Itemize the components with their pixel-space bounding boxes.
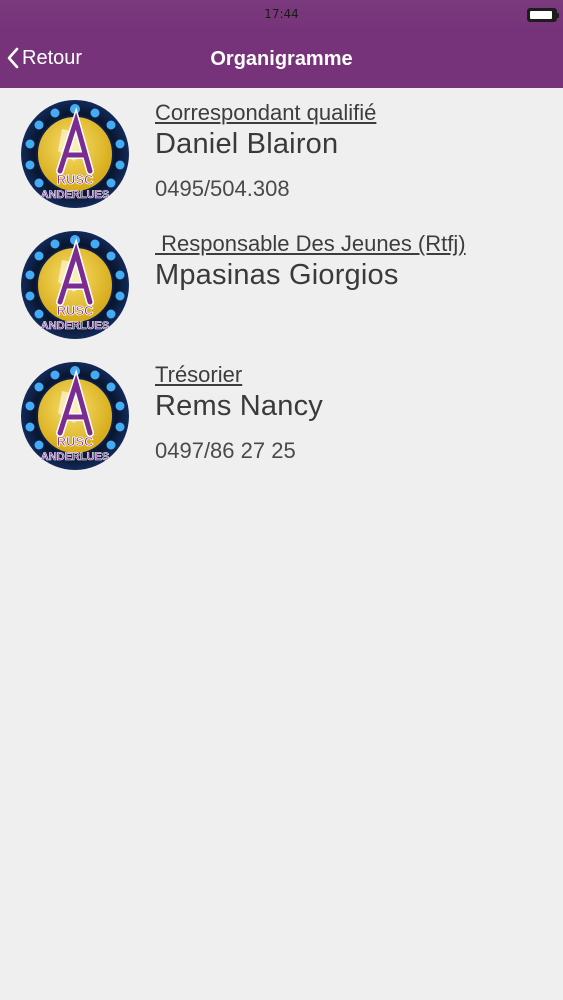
contact-item[interactable]: RUSC ANDERLUES Correspondant qualifié Da… — [0, 88, 563, 219]
contact-phone[interactable]: 0495/504.308 — [155, 176, 290, 202]
contact-role: Trésorier — [155, 362, 243, 387]
svg-text:RUSC: RUSC — [57, 172, 94, 187]
status-time: 17:44 — [264, 7, 299, 21]
back-button[interactable]: Retour — [6, 42, 82, 74]
chevron-left-icon — [7, 47, 19, 69]
contact-item[interactable]: RUSC ANDERLUES Trésorier Rems Nancy 0497… — [0, 350, 563, 481]
navigation-bar: Retour Organigramme — [0, 30, 563, 88]
battery-icon — [527, 8, 559, 22]
svg-text:RUSC: RUSC — [57, 434, 94, 449]
contact-name: Rems Nancy — [155, 390, 323, 422]
battery-level — [530, 11, 552, 19]
back-label: Retour — [22, 46, 83, 69]
screen: 17:44 Retour Organigramme RUSC ANDERLUES… — [0, 0, 563, 1000]
club-logo-avatar: RUSC ANDERLUES — [21, 362, 129, 470]
svg-text:ANDERLUES: ANDERLUES — [41, 189, 109, 201]
contact-role: Responsable Des Jeunes (Rtfj) — [155, 231, 466, 256]
contact-name: Mpasinas Giorgios — [155, 259, 399, 291]
contact-role: Correspondant qualifié — [155, 100, 377, 125]
contact-item[interactable]: RUSC ANDERLUES Responsable Des Jeunes (R… — [0, 219, 563, 350]
club-logo-avatar: RUSC ANDERLUES — [21, 100, 129, 208]
club-logo-avatar: RUSC ANDERLUES — [21, 231, 129, 339]
page-title: Organigramme — [210, 47, 353, 70]
contact-name: Daniel Blairon — [155, 128, 339, 160]
status-bar: 17:44 — [0, 0, 563, 30]
svg-text:ANDERLUES: ANDERLUES — [41, 451, 109, 463]
contact-phone[interactable]: 0497/86 27 25 — [155, 438, 296, 464]
contact-list: RUSC ANDERLUES Correspondant qualifié Da… — [0, 88, 563, 481]
svg-text:RUSC: RUSC — [57, 303, 94, 318]
svg-text:ANDERLUES: ANDERLUES — [41, 320, 109, 332]
